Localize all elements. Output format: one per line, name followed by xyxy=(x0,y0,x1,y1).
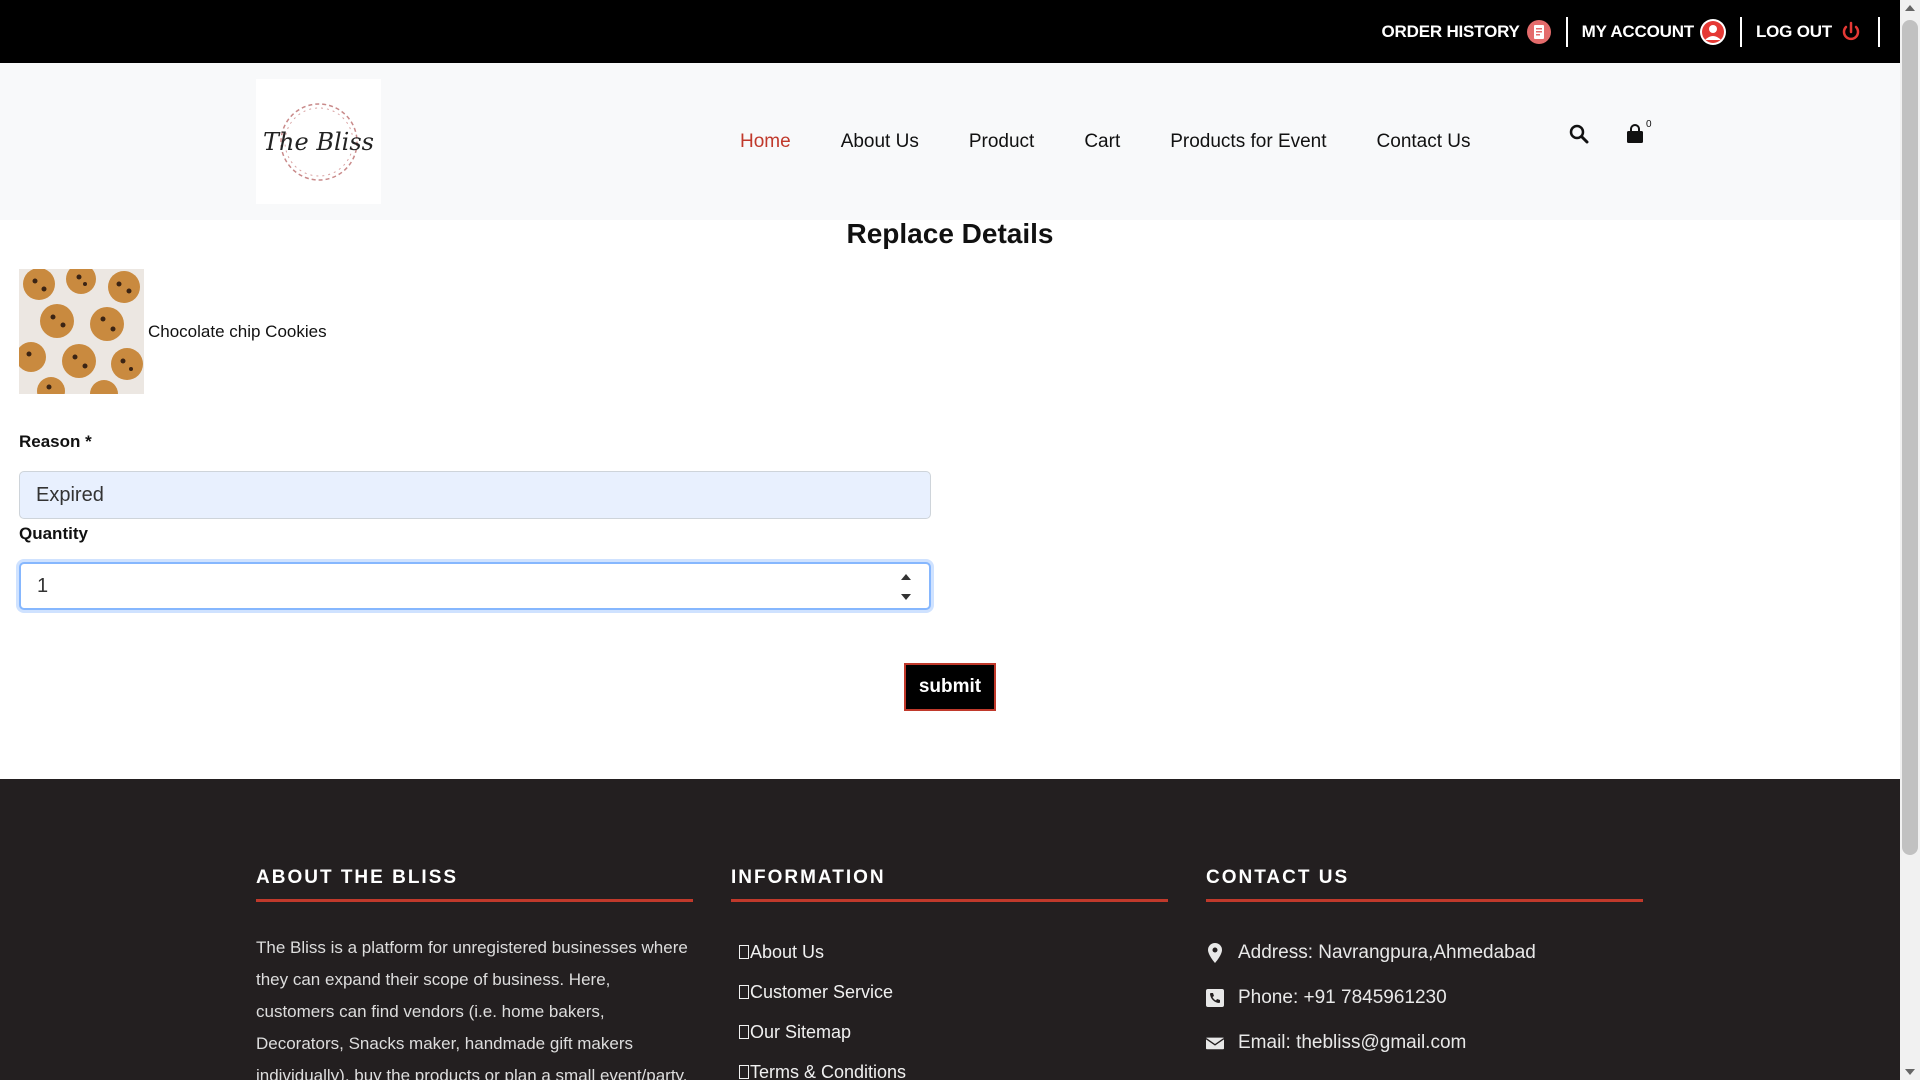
footer-info-title: INFORMATION xyxy=(731,867,1168,902)
reason-label: Reason * xyxy=(19,432,92,451)
scroll-up-icon[interactable] xyxy=(1905,5,1915,11)
my-account-label: MY ACCOUNT xyxy=(1581,21,1694,41)
search-icon[interactable] xyxy=(1568,123,1590,145)
footer-link-label: Terms & Conditions xyxy=(750,1061,907,1080)
nav-about-us[interactable]: About Us xyxy=(841,131,919,153)
footer-contact-list: Address: Navrangpura,Ahmedabad Phone: +9… xyxy=(1206,930,1643,1065)
reason-field[interactable]: Expired xyxy=(19,471,931,519)
contact-address-text: Address: Navrangpura,Ahmedabad xyxy=(1238,941,1536,963)
page-scrollbar[interactable] xyxy=(1900,0,1920,1080)
footer-about-text: The Bliss is a platform for unregistered… xyxy=(256,938,688,1080)
list-bullet-icon xyxy=(739,1025,749,1039)
footer-contact: CONTACT US Address: Navrangpura,Ahmedaba… xyxy=(1206,867,1643,1065)
user-icon xyxy=(1699,18,1726,45)
scrollbar-thumb[interactable] xyxy=(1902,20,1918,855)
log-out-link[interactable]: LOG OUT xyxy=(1742,16,1880,47)
scroll-down-icon[interactable] xyxy=(1905,1069,1915,1075)
contact-email: Email: thebliss@gmail.com xyxy=(1206,1020,1643,1065)
nav-product[interactable]: Product xyxy=(969,131,1034,153)
log-out-label: LOG OUT xyxy=(1755,21,1832,41)
product-summary: Chocolate chip Cookies xyxy=(19,269,327,394)
increment-arrow-icon[interactable] xyxy=(901,574,911,580)
footer-link-about-us[interactable]: About Us xyxy=(731,932,1168,972)
contact-address: Address: Navrangpura,Ahmedabad xyxy=(1206,930,1643,975)
decrement-arrow-icon[interactable] xyxy=(901,594,911,600)
contact-phone-text: Phone: +91 7845961230 xyxy=(1238,986,1447,1008)
phone-icon xyxy=(1206,988,1224,1008)
main-nav: Home About Us Product Cart Products for … xyxy=(740,63,1521,220)
submit-button[interactable]: submit xyxy=(904,663,996,711)
nav-products-for-event[interactable]: Products for Event xyxy=(1170,131,1326,153)
site-logo[interactable]: The Bliss xyxy=(256,79,381,204)
contact-phone: Phone: +91 7845961230 xyxy=(1206,975,1643,1020)
power-icon xyxy=(1838,19,1864,45)
nav-cart[interactable]: Cart xyxy=(1084,131,1120,153)
list-bullet-icon xyxy=(739,945,749,959)
footer-link-label: Customer Service xyxy=(750,981,894,1002)
shopping-bag-icon[interactable] xyxy=(1624,123,1646,145)
quantity-spinner[interactable] xyxy=(899,574,913,600)
quantity-value: 1 xyxy=(37,574,49,597)
footer-link-customer-service[interactable]: Customer Service xyxy=(731,972,1168,1012)
top-bar: ORDER HISTORY MY ACCOUNT LOG OUT xyxy=(0,0,1900,63)
contact-email-text: Email: thebliss@gmail.com xyxy=(1238,1031,1467,1053)
map-marker-icon xyxy=(1206,942,1224,963)
footer-about: ABOUT THE BLISS The Bliss is a platform … xyxy=(256,867,693,1080)
reason-value: Expired xyxy=(36,483,104,506)
my-account-link[interactable]: MY ACCOUNT xyxy=(1568,16,1742,47)
nav-contact-us[interactable]: Contact Us xyxy=(1377,131,1471,153)
footer-contact-title: CONTACT US xyxy=(1206,867,1643,902)
product-name: Chocolate chip Cookies xyxy=(148,321,327,341)
quantity-stepper[interactable]: 1 xyxy=(19,562,931,610)
list-bullet-icon xyxy=(739,1065,749,1079)
product-image xyxy=(19,269,144,394)
page-title: Replace Details xyxy=(846,218,1054,249)
order-history-label: ORDER HISTORY xyxy=(1381,21,1520,41)
order-history-icon xyxy=(1526,19,1552,45)
footer-link-sitemap[interactable]: Our Sitemap xyxy=(731,1012,1168,1052)
footer-link-terms[interactable]: Terms & Conditions xyxy=(731,1052,1168,1080)
footer-information: INFORMATION About Us Customer Service Ou… xyxy=(731,867,1168,1080)
top-links: ORDER HISTORY MY ACCOUNT LOG OUT xyxy=(1368,0,1880,63)
footer-about-title: ABOUT THE BLISS xyxy=(256,867,693,902)
site-footer: ABOUT THE BLISS The Bliss is a platform … xyxy=(0,779,1900,1080)
envelope-icon xyxy=(1206,1033,1224,1053)
quantity-label: Quantity xyxy=(19,524,88,543)
logo-text: The Bliss xyxy=(263,127,374,156)
footer-link-label: Our Sitemap xyxy=(750,1021,852,1042)
list-bullet-icon xyxy=(739,985,749,999)
cart-count-badge: 0 xyxy=(1646,118,1652,130)
nav-icons: 0 xyxy=(1568,119,1652,145)
footer-link-label: About Us xyxy=(750,941,825,962)
footer-info-list: About Us Customer Service Our Sitemap Te… xyxy=(731,932,1168,1080)
order-history-link[interactable]: ORDER HISTORY xyxy=(1368,16,1568,47)
nav-home[interactable]: Home xyxy=(740,131,791,153)
site-header: The Bliss Home About Us Product Cart Pro… xyxy=(0,63,1900,220)
